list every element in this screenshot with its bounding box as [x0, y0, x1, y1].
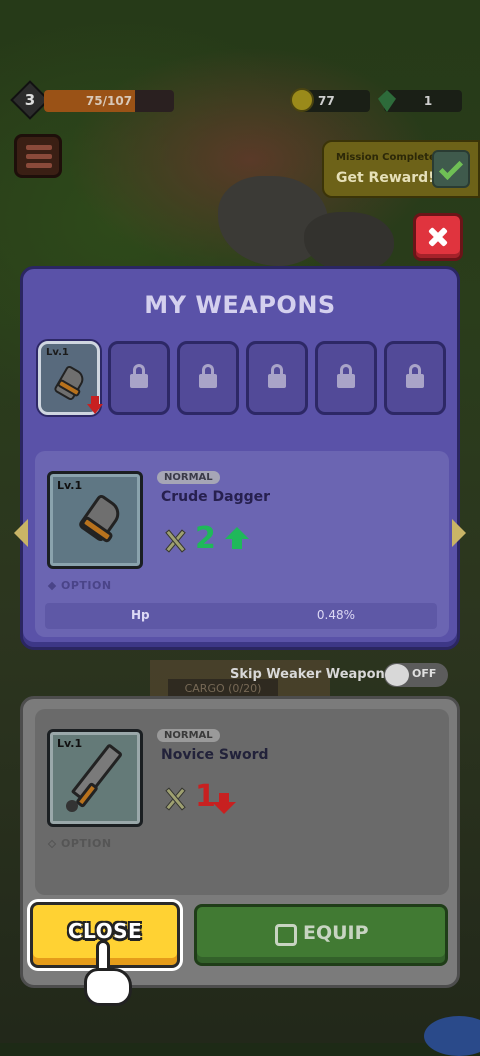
downgrade-arrow-icon: [87, 404, 103, 414]
get-reward-label: Get Reward!: [336, 170, 435, 186]
menu-icon: [26, 145, 52, 150]
weapon-name: Novice Sword: [161, 747, 269, 763]
option-dot-icon: [47, 581, 57, 591]
swap-icon: [275, 924, 297, 946]
previous-weapon-arrow[interactable]: [14, 519, 28, 547]
stat-row: Hp 0.48%: [45, 603, 437, 629]
coin-count: 77: [318, 94, 335, 108]
attack-swords-icon: [162, 786, 188, 812]
close-x-button[interactable]: [413, 213, 463, 261]
tutorial-pointer-hand-icon: [82, 940, 134, 1008]
rarity-badge: NORMAL: [157, 471, 220, 484]
weapon-slot-locked[interactable]: [246, 341, 308, 415]
background-decoration: [424, 1016, 480, 1056]
mission-check-icon: [432, 150, 470, 188]
weapon-thumbnail: Lv.1: [47, 471, 143, 569]
option-label: OPTION: [61, 837, 112, 850]
skip-weaker-toggle[interactable]: OFF: [384, 663, 448, 687]
equip-button-label: EQUIP: [303, 922, 369, 944]
weapon-name: Crude Dagger: [161, 489, 271, 505]
attack-swords-icon: [162, 528, 188, 554]
power-down-arrow-icon: [212, 802, 236, 814]
panel-title: MY WEAPONS: [144, 291, 336, 319]
next-weapon-arrow[interactable]: [452, 519, 466, 547]
weapon-slot-locked[interactable]: [108, 341, 170, 415]
xp-text: 75/107: [85, 94, 133, 108]
weapon-level: Lv.1: [57, 479, 83, 492]
hand-palm: [84, 968, 132, 1006]
weapon-slot-1[interactable]: Lv.1: [38, 341, 103, 415]
lock-icon: [199, 374, 217, 388]
mission-label: Mission Complete: [336, 152, 436, 163]
power-up-arrow-icon: [225, 527, 249, 539]
selected-weapon-card: Lv.1 NORMAL Crude Dagger 2 OPTION Hp 0.4…: [35, 451, 449, 637]
mission-complete-banner[interactable]: Mission Complete Get Reward!: [322, 140, 480, 198]
equipped-weapon-card: Lv.1 NORMAL Novice Sword 1 OPTION: [35, 709, 449, 895]
option-dot-icon: [47, 839, 57, 849]
weapon-thumbnail: Lv.1: [47, 729, 143, 827]
lock-icon: [337, 374, 355, 388]
weapon-level: Lv.1: [57, 737, 83, 750]
equip-button[interactable]: EQUIP: [194, 904, 448, 966]
lock-icon: [268, 374, 286, 388]
lock-icon: [406, 374, 424, 388]
skip-weaker-label: Skip Weaker Weapon: [230, 667, 385, 682]
sword-pommel: [66, 800, 78, 812]
power-up-arrow-stem: [232, 539, 242, 549]
weapon-slot-locked[interactable]: [384, 341, 446, 415]
menu-icon-line: [26, 154, 52, 159]
option-label: OPTION: [61, 579, 112, 592]
lock-icon: [130, 374, 148, 388]
rarity-badge: NORMAL: [157, 729, 220, 742]
attack-power: 2: [195, 521, 216, 556]
menu-button[interactable]: [14, 134, 62, 178]
stat-value: 0.48%: [316, 608, 355, 622]
downgrade-arrow-stem: [91, 396, 99, 404]
weapon-slot-locked[interactable]: [315, 341, 377, 415]
weapon-slot-locked[interactable]: [177, 341, 239, 415]
toggle-knob: [385, 664, 409, 686]
level-number: 3: [24, 91, 36, 109]
checkmark-icon: [438, 155, 464, 181]
stat-name: Hp: [131, 608, 150, 622]
toggle-state: OFF: [412, 667, 437, 680]
gem-count: 1: [423, 94, 433, 108]
xp-bar: 75/107: [44, 90, 174, 112]
slot-level: Lv.1: [46, 347, 69, 358]
menu-icon-line: [26, 163, 52, 168]
sword-icon: [70, 743, 124, 803]
my-weapons-panel: MY WEAPONS Lv.1 Lv.1 NORMAL Crude Dagger: [20, 266, 460, 650]
coin-icon: [290, 88, 314, 112]
